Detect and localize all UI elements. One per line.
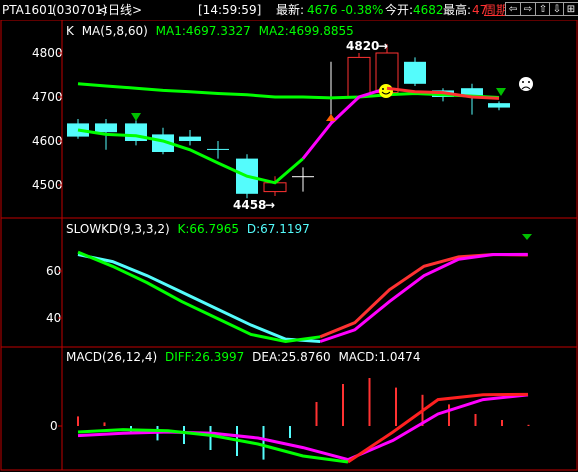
low-arrow: → <box>265 198 275 212</box>
candle-body <box>404 61 426 84</box>
macd-dea-line <box>77 393 529 462</box>
macd-diff-line <box>347 392 529 464</box>
frown-face-icon <box>519 77 533 91</box>
layout-icon[interactable]: ⊞ <box>563 2 578 16</box>
open-value: 4682 <box>413 3 444 17</box>
low-marker: 4458 <box>233 198 266 212</box>
candle-body <box>347 56 371 98</box>
d-value: D:67.1197 <box>246 222 310 236</box>
symbol-label: PTA1601 <box>2 3 55 17</box>
kd-label: SLOWKD(9,3,3,2) <box>66 222 170 236</box>
signal-icons <box>131 77 533 240</box>
candle-body <box>95 123 117 133</box>
macd-tick-0: 0 <box>50 419 58 433</box>
latest-value: 4676 <box>307 3 338 17</box>
change-value: -0.38% <box>341 3 384 17</box>
candle-body <box>207 148 229 150</box>
time-label: [14:59:59] <box>198 3 262 17</box>
down-arrow-icon <box>131 113 141 121</box>
ma2-value: MA2:4699.8855 <box>258 24 354 38</box>
y-tick-4700: 4700 <box>32 90 63 104</box>
period-label[interactable]: <日线> <box>98 0 142 20</box>
kd-y-axis: 60 40 <box>46 264 62 325</box>
candle-body <box>179 136 201 141</box>
k-label: K <box>66 24 74 38</box>
high-marker: 4820 <box>346 39 379 53</box>
quote-header: PTA1601 (030701) <日线> [14:59:59] 最新: 467… <box>0 0 578 20</box>
macd-y-axis: 0 <box>50 419 62 433</box>
outer-frame <box>0 20 578 471</box>
kd-k-line <box>77 250 321 344</box>
macd-label: MACD(26,12,4) <box>66 350 158 364</box>
smile-face-icon <box>379 84 393 98</box>
high-label: 最高: <box>443 3 472 17</box>
candle-body <box>488 103 510 108</box>
candles-group <box>67 44 510 199</box>
chart-area[interactable]: 4800 4700 4600 4500 4820 → 4458 → 60 40 <box>0 20 578 472</box>
prev-arrow-icon[interactable]: ⇦ <box>505 2 521 16</box>
kd-down-icon <box>522 234 532 240</box>
next-arrow-icon[interactable]: ⇨ <box>520 2 536 16</box>
ma1-value: MA1:4697.3327 <box>155 24 251 38</box>
macd-panel-title: MACD(26,12,4) DIFF:26.3997 DEA:25.8760 M… <box>66 350 424 364</box>
y-tick-4600: 4600 <box>32 134 63 148</box>
kd-panel-title: SLOWKD(9,3,3,2) K:66.7965 D:67.1197 <box>66 222 314 236</box>
macd-value: MACD:1.0474 <box>338 350 421 364</box>
candle-body <box>292 176 314 178</box>
main-panel-title: K MA(5,8,60) MA1:4697.3327 MA2:4699.8855 <box>66 24 358 38</box>
k-value: K:66.7965 <box>177 222 240 236</box>
main-y-axis: 4800 4700 4600 4500 <box>32 46 63 192</box>
open-label: 今开: <box>385 3 414 17</box>
diff-value: DIFF:26.3997 <box>164 350 245 364</box>
high-arrow: → <box>378 39 388 53</box>
down-arrow-icon <box>496 88 506 96</box>
dea-value: DEA:25.8760 <box>252 350 331 364</box>
up-arrow-icon <box>326 114 336 121</box>
y-tick-4800: 4800 <box>32 46 63 60</box>
y-tick-4500: 4500 <box>32 178 63 192</box>
latest-label: 最新: <box>276 3 305 17</box>
ma-label: MA(5,8,60) <box>81 24 148 38</box>
kd-k-line-up <box>319 253 528 339</box>
